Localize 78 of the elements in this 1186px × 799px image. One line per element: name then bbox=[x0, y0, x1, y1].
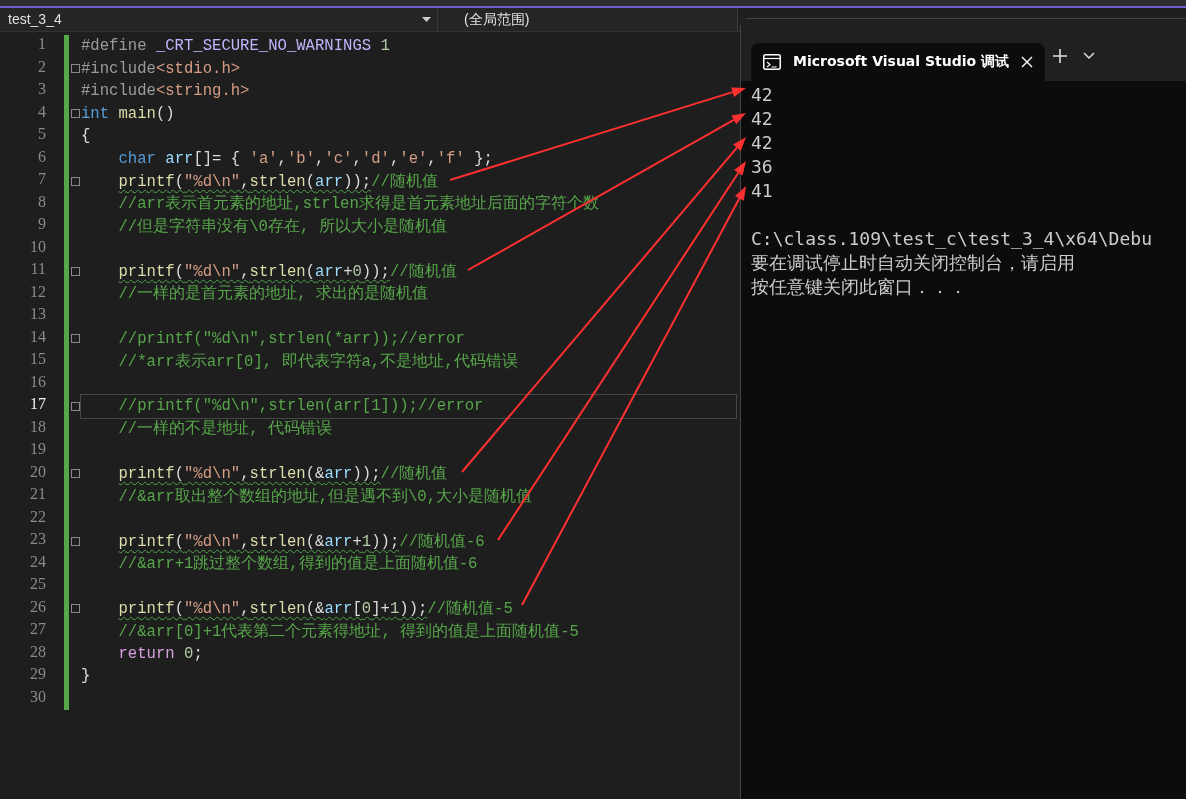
collapse-icon[interactable] bbox=[71, 604, 80, 614]
console-output-line: 42 bbox=[751, 131, 774, 155]
line-number: 11 bbox=[29, 260, 46, 279]
console-output-line: 42 bbox=[751, 107, 774, 131]
chevron-down-icon bbox=[1083, 51, 1096, 60]
code-line: printf("%d\n",strlen(&arr+1));//随机值-6 bbox=[118, 531, 485, 552]
code-line: char arr[]= { 'a','b','c','d','e','f' }; bbox=[118, 149, 493, 168]
caret-icon bbox=[422, 17, 431, 22]
collapse-icon[interactable] bbox=[71, 401, 80, 411]
line-number: 21 bbox=[29, 485, 46, 504]
console-output-line: 36 bbox=[751, 155, 774, 179]
line-number: 7 bbox=[37, 170, 46, 189]
line-number: 28 bbox=[29, 642, 46, 662]
line-number: 6 bbox=[37, 147, 46, 167]
code-line: printf("%d\n",strlen(arr));//随机值 bbox=[118, 171, 438, 192]
line-number: 27 bbox=[29, 620, 46, 639]
line-number: 13 bbox=[29, 305, 46, 324]
project-dropdown[interactable]: test_3_4 bbox=[0, 8, 438, 31]
code-line: } bbox=[81, 667, 91, 686]
file-name: test_3_4 bbox=[8, 10, 62, 29]
line-number: 5 bbox=[37, 125, 46, 144]
plus-icon bbox=[1053, 48, 1068, 63]
collapse-icon[interactable] bbox=[71, 64, 80, 74]
console-output-line: 42 bbox=[751, 83, 774, 107]
console-output-line: C:\class.109\test_c\test_3_4\x64\Debu bbox=[751, 227, 1153, 251]
code-line: #include<stdio.h> bbox=[81, 59, 241, 78]
line-number: 4 bbox=[37, 102, 46, 122]
line-number: 17 bbox=[29, 395, 46, 414]
code-line: //&arr[0]+1代表第二个元素得地址, 得到的值是上面随机值-5 bbox=[118, 621, 579, 642]
collapse-icon[interactable] bbox=[71, 536, 80, 546]
code-line: printf("%d\n",strlen(&arr[0]+1));//随机值-5 bbox=[118, 599, 513, 620]
code-line: //一样的不是地址, 代码错误 bbox=[118, 419, 332, 440]
line-number: 12 bbox=[29, 282, 46, 302]
code-line: { bbox=[81, 127, 91, 146]
line-number: 14 bbox=[29, 327, 46, 347]
line-number: 10 bbox=[29, 237, 46, 257]
line-number: 16 bbox=[29, 372, 46, 392]
code-line: //但是字符串没有\0存在, 所以大小是随机值 bbox=[118, 216, 447, 237]
line-number: 29 bbox=[29, 665, 46, 684]
collapse-icon[interactable] bbox=[71, 176, 80, 186]
line-number: 2 bbox=[37, 57, 46, 77]
console-output-line: 按任意键关闭此窗口．．． bbox=[751, 275, 968, 299]
line-number: 25 bbox=[29, 575, 46, 594]
code-line: //printf("%d\n",strlen(arr[1]));//error bbox=[118, 397, 484, 416]
line-number: 30 bbox=[29, 687, 46, 707]
line-number: 18 bbox=[29, 417, 46, 437]
console-output-line: 41 bbox=[751, 179, 774, 203]
code-line: int main() bbox=[81, 104, 175, 123]
line-number: 1 bbox=[37, 35, 46, 54]
code-line: printf("%d\n",strlen(arr+0));//随机值 bbox=[118, 261, 457, 282]
collapse-icon[interactable] bbox=[71, 266, 80, 276]
code-line: //一样的是首元素的地址, 求出的是随机值 bbox=[118, 283, 428, 305]
code-line: #define _CRT_SECURE_NO_WARNINGS 1 bbox=[81, 37, 390, 56]
console-tab[interactable]: Microsoft Visual Studio 调试 bbox=[751, 43, 1046, 81]
code-line: //*arr表示arr[0], 即代表字符a,不是地址,代码错误 bbox=[118, 351, 518, 372]
close-icon[interactable] bbox=[1021, 56, 1034, 68]
collapse-icon[interactable] bbox=[71, 469, 80, 479]
line-number: 23 bbox=[29, 530, 46, 549]
line-number: 9 bbox=[37, 215, 46, 234]
collapse-icon[interactable] bbox=[71, 334, 80, 344]
console-output-line: 要在调试停止时自动关闭控制台，请启用 bbox=[751, 251, 1076, 275]
collapse-icon[interactable] bbox=[71, 109, 80, 119]
line-number: 15 bbox=[29, 350, 46, 369]
line-number: 24 bbox=[29, 552, 46, 572]
code-line: #include<string.h> bbox=[81, 82, 250, 101]
terminal-icon bbox=[763, 54, 781, 70]
code-line: //printf("%d\n",strlen(*arr));//error bbox=[118, 329, 465, 348]
line-number: 19 bbox=[29, 440, 46, 459]
code-line: printf("%d\n",strlen(&arr));//随机值 bbox=[118, 464, 448, 485]
code-line: return 0; bbox=[118, 644, 203, 663]
line-number: 8 bbox=[37, 192, 46, 212]
line-number: 20 bbox=[29, 462, 46, 482]
scope-dropdown[interactable]: (全局范围) bbox=[438, 8, 738, 31]
line-number: 3 bbox=[37, 80, 46, 99]
line-number: 26 bbox=[29, 597, 46, 617]
tab-title: Microsoft Visual Studio 调试 bbox=[793, 53, 1010, 71]
line-number: 22 bbox=[29, 507, 46, 527]
code-line: //&arr+1跳过整个数组,得到的值是上面随机值-6 bbox=[118, 553, 478, 575]
